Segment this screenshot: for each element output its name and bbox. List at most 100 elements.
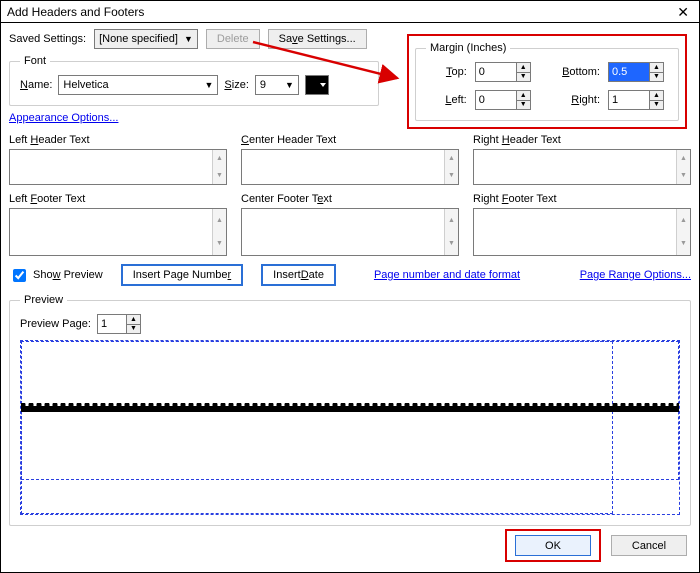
margin-left-input[interactable]: [475, 90, 517, 110]
window-title: Add Headers and Footers: [7, 5, 144, 19]
spin-up-icon[interactable]: ▲: [650, 90, 664, 100]
spin-down-icon[interactable]: ▼: [650, 72, 664, 83]
cancel-button[interactable]: Cancel: [611, 535, 687, 556]
left-footer-textarea[interactable]: [10, 209, 212, 255]
right-header-field[interactable]: ▲▼: [473, 149, 691, 185]
preview-page-spin[interactable]: ▲▼: [97, 314, 141, 334]
spin-up-icon[interactable]: ▲: [127, 314, 141, 324]
margin-legend: Margin (Inches): [426, 42, 510, 54]
titlebar: Add Headers and Footers ✕: [1, 1, 699, 23]
spin-up-icon[interactable]: ▲: [444, 150, 458, 167]
chevron-down-icon: ▼: [184, 34, 193, 44]
appearance-options-link[interactable]: Appearance Options...: [9, 112, 118, 124]
spin-up-icon[interactable]: ▲: [212, 150, 226, 167]
center-footer-field[interactable]: ▲▼: [241, 208, 459, 256]
ok-highlight-box: OK: [505, 529, 601, 562]
font-legend: Font: [20, 55, 50, 67]
chevron-down-icon: ▼: [205, 80, 214, 90]
font-fieldset: Font Name: Helvetica ▼ Size: 9 ▼: [9, 55, 379, 106]
spin-down-icon[interactable]: ▼: [650, 100, 664, 111]
margin-top-label: Top:: [426, 66, 467, 78]
font-name-combo[interactable]: Helvetica ▼: [58, 75, 218, 95]
spin-down-icon[interactable]: ▼: [212, 167, 226, 184]
chevron-down-icon: ▼: [285, 80, 294, 90]
preview-page-label: Preview Page:: [20, 318, 91, 330]
margin-bottom-input[interactable]: [608, 62, 650, 82]
preview-fieldset: Preview Preview Page: ▲▼: [9, 294, 691, 526]
margin-right-label: Right:: [543, 94, 600, 106]
spin-up-icon[interactable]: ▲: [444, 209, 458, 232]
spin-down-icon[interactable]: ▼: [212, 232, 226, 255]
right-footer-label: Right Footer Text: [473, 193, 691, 205]
font-size-combo[interactable]: 9 ▼: [255, 75, 299, 95]
saved-settings-combo[interactable]: [None specified] ▼: [94, 29, 198, 49]
margin-right-spin[interactable]: ▲▼: [608, 90, 668, 110]
font-name-value: Helvetica: [63, 79, 108, 91]
dialog-window: Add Headers and Footers ✕ Saved Settings…: [0, 0, 700, 573]
show-preview-checkbox[interactable]: Show Preview: [9, 266, 103, 285]
footer-text-grid: Left Footer Text ▲▼ Center Footer Text ▲…: [9, 193, 691, 256]
mid-controls-row: Show Preview Insert Page Number Insert D…: [9, 264, 691, 286]
margin-top-spin[interactable]: ▲▼: [475, 62, 535, 82]
left-header-field[interactable]: ▲▼: [9, 149, 227, 185]
spin-up-icon[interactable]: ▲: [212, 209, 226, 232]
spin-down-icon[interactable]: ▼: [517, 72, 531, 83]
center-footer-label: Center Footer Text: [241, 193, 459, 205]
right-header-label: Right Header Text: [473, 134, 691, 146]
right-footer-textarea[interactable]: [474, 209, 676, 255]
preview-page-row: Preview Page: ▲▼: [20, 314, 680, 334]
margin-top-input[interactable]: [475, 62, 517, 82]
show-preview-input[interactable]: [13, 269, 26, 282]
spin-down-icon[interactable]: ▼: [676, 232, 690, 255]
margin-bottom-label: Bottom:: [543, 66, 600, 78]
page-number-date-format-link[interactable]: Page number and date format: [374, 269, 520, 281]
spin-down-icon[interactable]: ▼: [676, 167, 690, 184]
margin-left-label: Left:: [426, 94, 467, 106]
spin-up-icon[interactable]: ▲: [650, 62, 664, 72]
margin-left-spin[interactable]: ▲▼: [475, 90, 535, 110]
spin-down-icon[interactable]: ▼: [444, 232, 458, 255]
center-footer-textarea[interactable]: [242, 209, 444, 255]
left-header-textarea[interactable]: [10, 150, 212, 184]
header-text-grid: Left Header Text ▲▼ Center Header Text ▲…: [9, 134, 691, 185]
left-header-label: Left Header Text: [9, 134, 227, 146]
page-range-options-link[interactable]: Page Range Options...: [580, 269, 691, 281]
insert-date-button[interactable]: Insert Date: [261, 264, 336, 286]
right-footer-field[interactable]: ▲▼: [473, 208, 691, 256]
font-color-picker[interactable]: [305, 75, 329, 95]
dialog-body: Saved Settings: [None specified] ▼ Delet…: [1, 23, 699, 532]
show-preview-label: Show Preview: [33, 269, 103, 281]
left-footer-field[interactable]: ▲▼: [9, 208, 227, 256]
center-header-field[interactable]: ▲▼: [241, 149, 459, 185]
spin-up-icon[interactable]: ▲: [517, 90, 531, 100]
delete-button: Delete: [206, 29, 260, 49]
spin-up-icon[interactable]: ▲: [676, 150, 690, 167]
font-name-label: Name:: [20, 79, 52, 91]
margin-fieldset: Margin (Inches) Top: ▲▼ Bottom: ▲▼ Left:: [415, 42, 679, 121]
left-footer-label: Left Footer Text: [9, 193, 227, 205]
font-size-label: Size:: [224, 79, 248, 91]
close-icon[interactable]: ✕: [673, 5, 693, 19]
center-header-textarea[interactable]: [242, 150, 444, 184]
margin-right-input[interactable]: [608, 90, 650, 110]
preview-page-input[interactable]: [97, 314, 127, 334]
preview-legend: Preview: [20, 294, 67, 306]
preview-area: [20, 340, 680, 515]
margin-bottom-spin[interactable]: ▲▼: [608, 62, 668, 82]
right-header-textarea[interactable]: [474, 150, 676, 184]
spin-down-icon[interactable]: ▼: [444, 167, 458, 184]
save-settings-button[interactable]: Save Settings...: [268, 29, 367, 49]
spin-up-icon[interactable]: ▲: [676, 209, 690, 232]
dialog-footer: OK Cancel: [505, 529, 687, 562]
ok-button[interactable]: OK: [515, 535, 591, 556]
saved-settings-value: [None specified]: [99, 33, 178, 45]
spin-down-icon[interactable]: ▼: [127, 324, 141, 335]
margin-highlight-box: Margin (Inches) Top: ▲▼ Bottom: ▲▼ Left:: [407, 34, 687, 129]
preview-content-wave: [20, 403, 680, 415]
spin-down-icon[interactable]: ▼: [517, 100, 531, 111]
saved-settings-label: Saved Settings:: [9, 33, 86, 45]
center-header-label: Center Header Text: [241, 134, 459, 146]
insert-page-number-button[interactable]: Insert Page Number: [121, 264, 243, 286]
spin-up-icon[interactable]: ▲: [517, 62, 531, 72]
font-size-value: 9: [260, 79, 266, 91]
